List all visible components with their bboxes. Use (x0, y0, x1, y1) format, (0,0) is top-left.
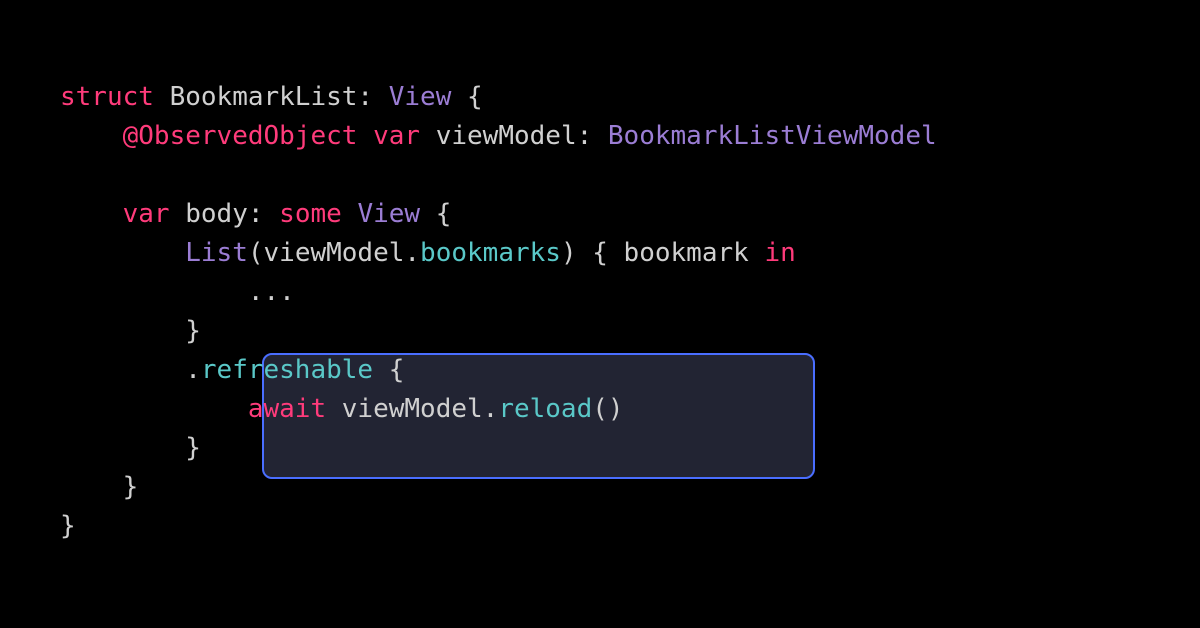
type-list: List (185, 238, 248, 268)
property-name: viewModel: (420, 121, 608, 151)
code-line: } (60, 429, 1140, 468)
code-line: } (60, 312, 1140, 351)
type-view: View (389, 82, 452, 112)
paren-open: (viewModel. (248, 238, 420, 268)
code-line: await viewModel.reload() (60, 390, 1140, 429)
open-brace: { (420, 199, 451, 229)
keyword-in: in (764, 238, 795, 268)
code-line: ... (60, 273, 1140, 312)
type-name: BookmarkListViewModel (608, 121, 937, 151)
code-line: .refreshable { (60, 351, 1140, 390)
method-reload: reload (498, 394, 592, 424)
code-line-blank (60, 156, 1140, 195)
indent (60, 121, 123, 151)
indent-dot: . (60, 355, 201, 385)
close-brace: } (60, 472, 138, 502)
property-body: body: (170, 199, 280, 229)
keyword-var: var (123, 199, 170, 229)
indent (60, 199, 123, 229)
open-brace: { (451, 82, 482, 112)
keyword-await: await (248, 394, 326, 424)
property-bookmarks: bookmarks (420, 238, 561, 268)
close-brace: } (60, 433, 201, 463)
colon: : (357, 82, 388, 112)
keyword-some: some (279, 199, 342, 229)
code-line: struct BookmarkList: View { (60, 78, 1140, 117)
keyword-struct: struct (60, 82, 154, 112)
type-name: BookmarkList (154, 82, 358, 112)
open-brace: { (373, 355, 404, 385)
closure-params: ) { bookmark (561, 238, 765, 268)
parens: () (592, 394, 623, 424)
code-line: var body: some View { (60, 195, 1140, 234)
code-line: List(viewModel.bookmarks) { bookmark in (60, 234, 1140, 273)
indent (60, 394, 248, 424)
indent (60, 238, 185, 268)
ellipsis: ... (60, 277, 295, 307)
code-line: @ObservedObject var viewModel: BookmarkL… (60, 117, 1140, 156)
code-line: } (60, 468, 1140, 507)
code-line: } (60, 507, 1140, 546)
modifier-refreshable: refreshable (201, 355, 373, 385)
expr: viewModel. (326, 394, 498, 424)
close-brace: } (60, 511, 76, 541)
attribute: @ObservedObject (123, 121, 358, 151)
type-view: View (342, 199, 420, 229)
close-brace: } (60, 316, 201, 346)
code-block: struct BookmarkList: View { @ObservedObj… (60, 78, 1140, 546)
keyword-var: var (357, 121, 420, 151)
code-content: struct BookmarkList: View { @ObservedObj… (60, 78, 1140, 546)
